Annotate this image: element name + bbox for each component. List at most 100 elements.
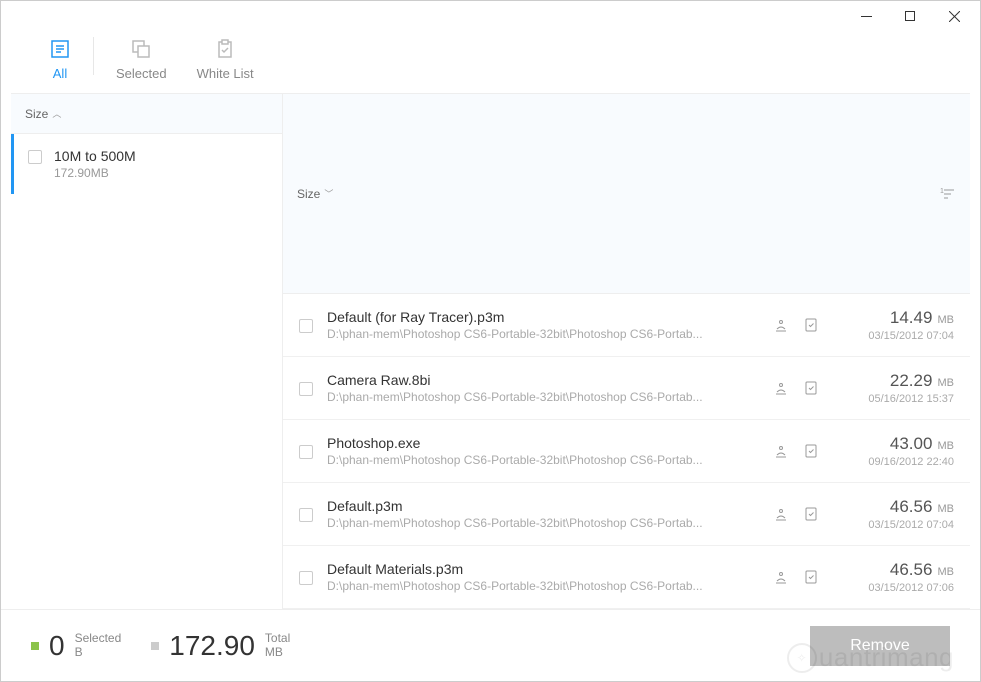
- file-row[interactable]: Camera Raw.8bi D:\phan-mem\Photoshop CS6…: [283, 357, 970, 420]
- total-indicator-icon: [151, 642, 159, 650]
- sort-icon: 1: [940, 186, 956, 202]
- file-size: 22.29 MB: [834, 371, 954, 391]
- sidebar-header: Size ︿: [11, 94, 282, 134]
- selected-stat: 0 Selected B: [31, 630, 121, 662]
- properties-icon[interactable]: [802, 442, 820, 460]
- filelist-sort-size[interactable]: Size ﹀: [297, 187, 333, 201]
- file-name: Photoshop.exe: [327, 435, 758, 451]
- sidebar-sort-size[interactable]: Size ︿: [25, 107, 61, 121]
- selected-count: 0: [49, 630, 65, 662]
- file-checkbox[interactable]: [299, 508, 313, 522]
- file-path: D:\phan-mem\Photoshop CS6-Portable-32bit…: [327, 327, 707, 341]
- total-value: 172.90: [169, 630, 255, 662]
- content-area: Size ︿ 10M to 500M 172.90MB Size ﹀ 1: [11, 93, 970, 609]
- file-info: Default (for Ray Tracer).p3m D:\phan-mem…: [327, 309, 758, 341]
- total-unit: MB: [265, 646, 290, 659]
- tab-all-label: All: [53, 66, 67, 81]
- maximize-button[interactable]: [888, 1, 932, 31]
- tab-strip: All Selected White List: [1, 31, 980, 93]
- file-date: 09/16/2012 22:40: [834, 456, 954, 468]
- locate-icon[interactable]: [772, 442, 790, 460]
- close-icon: [949, 11, 960, 22]
- file-row[interactable]: Default Materials.p3m D:\phan-mem\Photos…: [283, 546, 970, 609]
- properties-icon[interactable]: [802, 505, 820, 523]
- file-path: D:\phan-mem\Photoshop CS6-Portable-32bit…: [327, 390, 707, 404]
- file-meta: 46.56 MB 03/15/2012 07:04: [834, 497, 954, 531]
- window-titlebar: [1, 1, 980, 31]
- size-group-item[interactable]: 10M to 500M 172.90MB: [11, 134, 282, 194]
- file-checkbox[interactable]: [299, 445, 313, 459]
- file-action-icons: [772, 505, 820, 523]
- selected-unit: B: [75, 646, 122, 659]
- file-path: D:\phan-mem\Photoshop CS6-Portable-32bit…: [327, 579, 707, 593]
- chevron-up-icon: ︿: [52, 107, 61, 120]
- selected-label: Selected: [75, 632, 122, 645]
- file-row[interactable]: Default (for Ray Tracer).p3m D:\phan-mem…: [283, 294, 970, 357]
- file-action-icons: [772, 316, 820, 334]
- file-rows-container: Default (for Ray Tracer).p3m D:\phan-mem…: [283, 294, 970, 609]
- file-name: Default.p3m: [327, 498, 758, 514]
- tab-divider: [93, 37, 94, 75]
- selected-indicator-icon: [31, 642, 39, 650]
- total-label: Total: [265, 632, 290, 645]
- file-date: 03/15/2012 07:04: [834, 330, 954, 342]
- sidebar-sort-label: Size: [25, 107, 48, 121]
- minimize-icon: [861, 11, 872, 22]
- list-icon: [49, 38, 71, 60]
- file-action-icons: [772, 568, 820, 586]
- footer: 0 Selected B 172.90 Total MB Remove ✧ ua…: [1, 609, 980, 681]
- tab-all[interactable]: All: [41, 38, 79, 81]
- total-stat: 172.90 Total MB: [151, 630, 290, 662]
- tab-selected[interactable]: Selected: [108, 38, 175, 81]
- file-date: 05/16/2012 15:37: [834, 393, 954, 405]
- file-name: Camera Raw.8bi: [327, 372, 758, 388]
- file-date: 03/15/2012 07:06: [834, 582, 954, 594]
- locate-icon[interactable]: [772, 316, 790, 334]
- file-meta: 43.00 MB 09/16/2012 22:40: [834, 434, 954, 468]
- file-path: D:\phan-mem\Photoshop CS6-Portable-32bit…: [327, 453, 707, 467]
- locate-icon[interactable]: [772, 568, 790, 586]
- properties-icon[interactable]: [802, 316, 820, 334]
- file-size-unit: MB: [934, 503, 954, 515]
- tab-whitelist[interactable]: White List: [189, 38, 262, 81]
- sort-order-toggle[interactable]: 1: [940, 186, 956, 202]
- tab-selected-label: Selected: [116, 66, 167, 81]
- file-size: 46.56 MB: [834, 497, 954, 517]
- file-info: Photoshop.exe D:\phan-mem\Photoshop CS6-…: [327, 435, 758, 467]
- group-checkbox[interactable]: [28, 150, 42, 164]
- group-text: 10M to 500M 172.90MB: [54, 148, 136, 180]
- file-checkbox[interactable]: [299, 319, 313, 333]
- file-meta: 22.29 MB 05/16/2012 15:37: [834, 371, 954, 405]
- properties-icon[interactable]: [802, 379, 820, 397]
- maximize-icon: [905, 11, 916, 22]
- filelist-header: Size ﹀ 1: [283, 94, 970, 294]
- tab-whitelist-label: White List: [197, 66, 254, 81]
- file-path: D:\phan-mem\Photoshop CS6-Portable-32bit…: [327, 516, 707, 530]
- file-meta: 14.49 MB 03/15/2012 07:04: [834, 308, 954, 342]
- file-name: Default Materials.p3m: [327, 561, 758, 577]
- properties-icon[interactable]: [802, 568, 820, 586]
- file-row[interactable]: Default.p3m D:\phan-mem\Photoshop CS6-Po…: [283, 483, 970, 546]
- selected-icon: [130, 38, 152, 60]
- sidebar: Size ︿ 10M to 500M 172.90MB: [11, 94, 283, 609]
- minimize-button[interactable]: [844, 1, 888, 31]
- file-date: 03/15/2012 07:04: [834, 519, 954, 531]
- file-row[interactable]: Photoshop.exe D:\phan-mem\Photoshop CS6-…: [283, 420, 970, 483]
- file-checkbox[interactable]: [299, 382, 313, 396]
- file-info: Default Materials.p3m D:\phan-mem\Photos…: [327, 561, 758, 593]
- file-size: 43.00 MB: [834, 434, 954, 454]
- close-button[interactable]: [932, 1, 976, 31]
- file-meta: 46.56 MB 03/15/2012 07:06: [834, 560, 954, 594]
- file-size: 46.56 MB: [834, 560, 954, 580]
- remove-button-label: Remove: [850, 637, 910, 655]
- file-size-unit: MB: [934, 440, 954, 452]
- group-title: 10M to 500M: [54, 148, 136, 164]
- locate-icon[interactable]: [772, 379, 790, 397]
- filelist-sort-label: Size: [297, 187, 320, 201]
- file-name: Default (for Ray Tracer).p3m: [327, 309, 758, 325]
- locate-icon[interactable]: [772, 505, 790, 523]
- group-subtitle: 172.90MB: [54, 166, 136, 180]
- file-size-unit: MB: [934, 314, 954, 326]
- file-checkbox[interactable]: [299, 571, 313, 585]
- remove-button[interactable]: Remove: [810, 626, 950, 666]
